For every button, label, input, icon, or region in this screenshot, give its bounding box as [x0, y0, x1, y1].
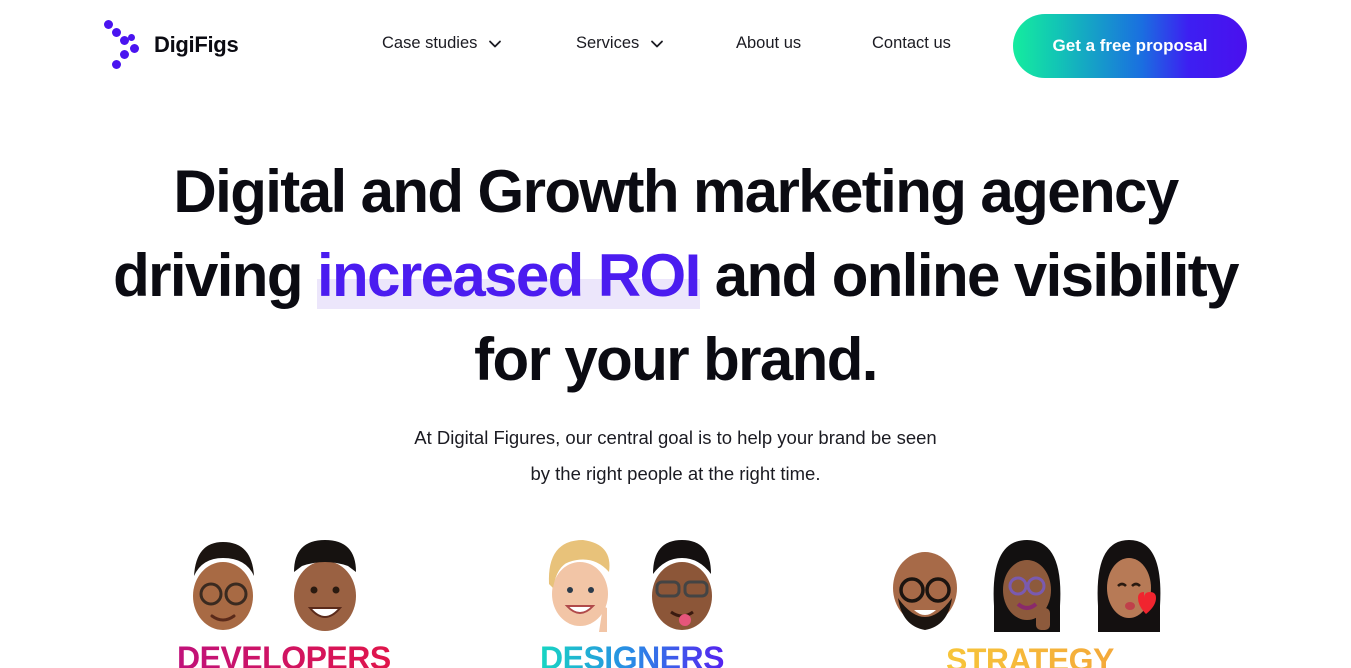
- chevron-down-icon: [651, 40, 664, 47]
- site-header: DigiFigs Case studies Services About us …: [0, 0, 1351, 92]
- hero-line-2-pre: driving: [113, 242, 317, 309]
- nav-case-studies-label: Case studies: [382, 34, 478, 52]
- main-nav: Case studies Services About us Contact u…: [382, 34, 951, 53]
- hero-subtitle: At Digital Figures, our central goal is …: [0, 420, 1351, 492]
- nav-about-us-label: About us: [736, 34, 802, 52]
- hero-heading: Digital and Growth marketing agency driv…: [0, 150, 1351, 402]
- hero-sub-line-2: by the right people at the right time.: [530, 463, 821, 484]
- logo-dots-icon: [104, 20, 146, 70]
- hero-line-2-post: and online visibility: [699, 242, 1240, 309]
- hero-line-3: for your brand.: [474, 326, 878, 393]
- nav-about-us[interactable]: About us: [736, 34, 872, 53]
- nav-case-studies[interactable]: Case studies: [382, 34, 576, 53]
- nav-services[interactable]: Services: [576, 34, 736, 53]
- hero-sub-line-1: At Digital Figures, our central goal is …: [414, 427, 937, 448]
- chevron-down-icon: [489, 40, 502, 47]
- hero-highlight: increased ROI: [316, 242, 701, 309]
- developers-label: DEVELOPERS: [177, 640, 391, 668]
- designer-avatar-1: [548, 540, 610, 632]
- developer-avatar-1: [193, 542, 254, 630]
- logo-text: DigiFigs: [154, 32, 239, 57]
- nav-services-label: Services: [576, 34, 640, 52]
- strategy-avatar-2: [993, 540, 1061, 632]
- logo-link[interactable]: DigiFigs: [104, 20, 239, 70]
- nav-contact-us[interactable]: Contact us: [872, 34, 951, 53]
- nav-contact-us-label: Contact us: [872, 34, 951, 52]
- strategy-label: STRATEGY: [946, 642, 1114, 668]
- designers-label: DESIGNERS: [540, 640, 724, 668]
- developer-avatar-2: [294, 540, 356, 631]
- designer-avatar-2: [652, 540, 712, 630]
- strategy-avatar-1: [893, 552, 957, 630]
- get-proposal-button[interactable]: Get a free proposal: [1013, 14, 1247, 78]
- hero-line-1: Digital and Growth marketing agency: [173, 158, 1179, 225]
- strategy-avatar-3: [1097, 540, 1161, 632]
